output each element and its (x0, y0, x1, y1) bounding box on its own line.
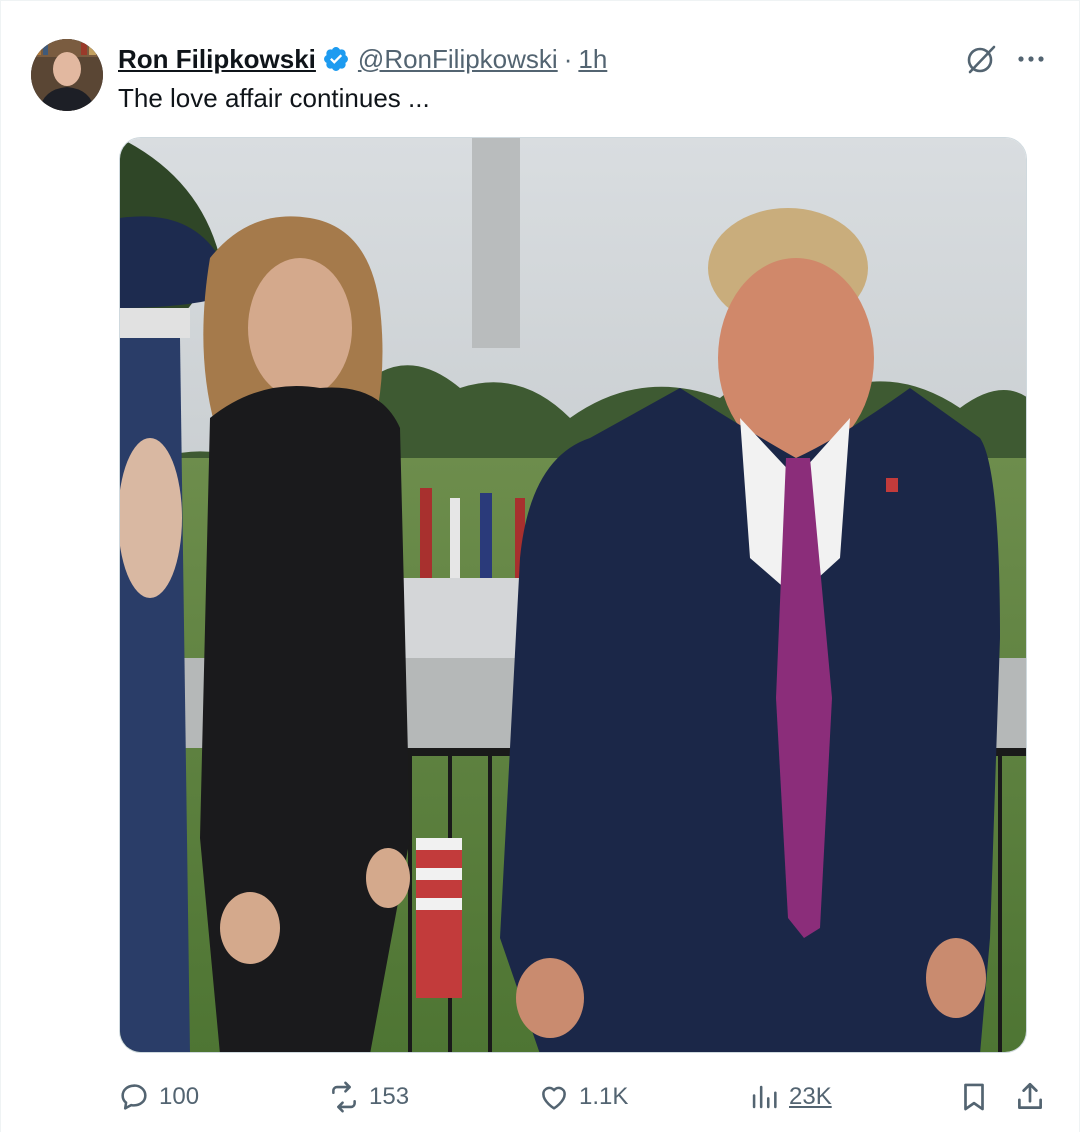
more-options-icon[interactable] (1011, 41, 1051, 77)
author-name[interactable]: Ron Filipkowski (118, 44, 316, 75)
tweet-header: Ron Filipkowski @RonFilipkowski · 1h (118, 39, 607, 79)
author-handle[interactable]: @RonFilipkowski (358, 44, 558, 75)
share-icon (1013, 1080, 1047, 1114)
views-button[interactable]: 23K (747, 1069, 832, 1125)
repost-count: 153 (369, 1083, 410, 1110)
repost-icon (327, 1080, 361, 1114)
bookmark-icon (957, 1080, 991, 1114)
avatar-image (31, 39, 103, 111)
repost-button[interactable]: 153 (327, 1069, 409, 1125)
verified-badge-icon (322, 45, 350, 73)
avatar[interactable] (31, 39, 103, 111)
heart-icon (537, 1080, 571, 1114)
tweet-photo[interactable] (119, 137, 1027, 1053)
separator-dot: · (563, 43, 573, 74)
share-button[interactable] (1013, 1069, 1047, 1125)
tweet-actions: 100 153 1.1K 23K (1, 1069, 1080, 1125)
timestamp-link[interactable]: 1h (578, 44, 607, 75)
grok-icon[interactable] (963, 41, 999, 77)
tweet-card: Ron Filipkowski @RonFilipkowski · 1h The… (0, 0, 1080, 1132)
view-count: 23K (789, 1083, 832, 1110)
like-button[interactable]: 1.1K (537, 1069, 628, 1125)
bookmark-button[interactable] (957, 1069, 991, 1125)
tweet-text: The love affair continues ... (118, 83, 430, 113)
reply-count: 100 (159, 1083, 200, 1110)
photo-image (120, 138, 1026, 1052)
reply-button[interactable]: 100 (117, 1069, 199, 1125)
like-count: 1.1K (579, 1083, 629, 1110)
reply-icon (117, 1080, 151, 1114)
analytics-icon (747, 1080, 781, 1114)
